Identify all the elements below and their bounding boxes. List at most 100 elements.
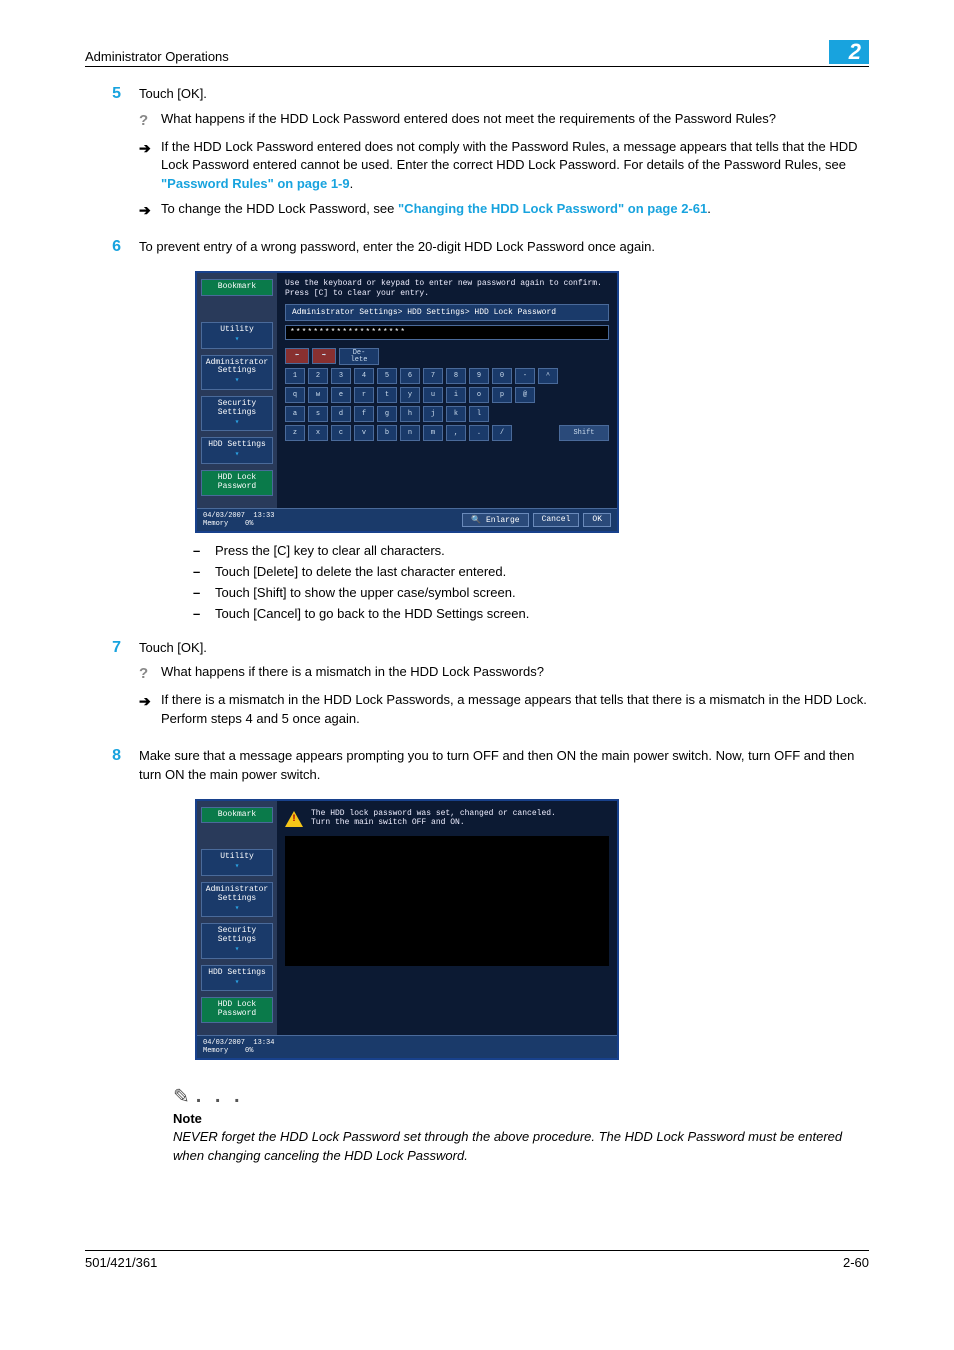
key-e[interactable]: e (331, 387, 351, 403)
link-password-rules[interactable]: "Password Rules" on page 1-9 (161, 176, 350, 191)
key-o[interactable]: o (469, 387, 489, 403)
header-title: Administrator Operations (85, 49, 229, 64)
warning-icon (285, 811, 303, 827)
key-j[interactable]: j (423, 406, 443, 422)
key-i[interactable]: i (446, 387, 466, 403)
key-9[interactable]: 9 (469, 368, 489, 384)
bullet-text: Touch [Delete] to delete the last charac… (215, 564, 869, 579)
step-text: Touch [OK]. (139, 639, 869, 658)
key-period[interactable]: . (469, 425, 489, 441)
key-x[interactable]: x (308, 425, 328, 441)
key-at[interactable]: @ (515, 387, 535, 403)
link-changing-hdd-lock[interactable]: "Changing the HDD Lock Password" on page… (398, 201, 707, 216)
arrow-right-key[interactable]: ➡ (312, 348, 336, 364)
security-settings-button[interactable]: Security Settings▾ (201, 396, 273, 431)
question-icon: ? (139, 110, 161, 132)
screenshot-message: Bookmark Utility▾ Administrator Settings… (195, 799, 619, 1060)
security-settings-button[interactable]: Security Settings▾ (201, 923, 273, 958)
answer-text: To change the HDD Lock Password, see "Ch… (161, 200, 869, 220)
blank-area (285, 836, 609, 966)
key-slash[interactable]: / (492, 425, 512, 441)
step-number: 6 (85, 238, 139, 257)
answer-text: If there is a mismatch in the HDD Lock P… (161, 691, 869, 729)
key-n[interactable]: n (400, 425, 420, 441)
utility-button[interactable]: Utility▾ (201, 322, 273, 349)
step-text: Touch [OK]. (139, 85, 869, 104)
key-q[interactable]: q (285, 387, 305, 403)
chapter-number: 2 (829, 40, 869, 64)
note-block: ✎ . . . Note NEVER forget the HDD Lock P… (173, 1084, 869, 1166)
key-d[interactable]: d (331, 406, 351, 422)
arrow-left-key[interactable]: ⬅ (285, 348, 309, 364)
hdd-settings-button[interactable]: HDD Settings▾ (201, 437, 273, 464)
bullet-text: Touch [Shift] to show the upper case/sym… (215, 585, 869, 600)
key-h[interactable]: h (400, 406, 420, 422)
key-8[interactable]: 8 (446, 368, 466, 384)
key-dash[interactable]: - (515, 368, 535, 384)
key-comma[interactable]: , (446, 425, 466, 441)
key-m[interactable]: m (423, 425, 443, 441)
footer-right: 2-60 (843, 1255, 869, 1270)
delete-key[interactable]: De- lete (339, 348, 379, 365)
shift-key[interactable]: Shift (559, 425, 609, 441)
arrow-icon: ➔ (139, 138, 161, 195)
key-7[interactable]: 7 (423, 368, 443, 384)
key-k[interactable]: k (446, 406, 466, 422)
answer-text: If the HDD Lock Password entered does no… (161, 138, 869, 195)
key-b[interactable]: b (377, 425, 397, 441)
hdd-settings-button[interactable]: HDD Settings▾ (201, 965, 273, 992)
note-icon: ✎ (173, 1084, 190, 1109)
bullet-text: Press the [C] key to clear all character… (215, 543, 869, 558)
cancel-button[interactable]: Cancel (533, 513, 580, 527)
key-r[interactable]: r (354, 387, 374, 403)
key-g[interactable]: g (377, 406, 397, 422)
key-c[interactable]: c (331, 425, 351, 441)
bookmark-button[interactable]: Bookmark (201, 807, 273, 824)
dash-icon: – (193, 564, 215, 579)
dash-icon: – (193, 543, 215, 558)
key-y[interactable]: y (400, 387, 420, 403)
key-u[interactable]: u (423, 387, 443, 403)
note-text: NEVER forget the HDD Lock Password set t… (173, 1128, 869, 1166)
key-s[interactable]: s (308, 406, 328, 422)
key-l[interactable]: l (469, 406, 489, 422)
footer-left: 501/421/361 (85, 1255, 157, 1270)
key-p[interactable]: p (492, 387, 512, 403)
key-3[interactable]: 3 (331, 368, 351, 384)
ok-button[interactable]: OK (583, 513, 611, 527)
bookmark-button[interactable]: Bookmark (201, 279, 273, 296)
key-1[interactable]: 1 (285, 368, 305, 384)
arrow-icon: ➔ (139, 691, 161, 729)
step-number: 8 (85, 747, 139, 785)
key-v[interactable]: v (354, 425, 374, 441)
key-0[interactable]: 0 (492, 368, 512, 384)
breadcrumb-path: Administrator Settings> HDD Settings> HD… (285, 304, 609, 321)
key-w[interactable]: w (308, 387, 328, 403)
key-caret[interactable]: ^ (538, 368, 558, 384)
note-heading: Note (173, 1111, 869, 1126)
key-6[interactable]: 6 (400, 368, 420, 384)
admin-settings-button[interactable]: Administrator Settings▾ (201, 355, 273, 390)
screenshot-keyboard: Bookmark Utility▾ Administrator Settings… (195, 271, 619, 532)
bullet-text: Touch [Cancel] to go back to the HDD Set… (215, 606, 869, 621)
key-f[interactable]: f (354, 406, 374, 422)
key-t[interactable]: t (377, 387, 397, 403)
message-text: The HDD lock password was set, changed o… (311, 809, 556, 828)
key-z[interactable]: z (285, 425, 305, 441)
admin-settings-button[interactable]: Administrator Settings▾ (201, 882, 273, 917)
key-5[interactable]: 5 (377, 368, 397, 384)
dash-icon: – (193, 585, 215, 600)
key-a[interactable]: a (285, 406, 305, 422)
utility-button[interactable]: Utility▾ (201, 849, 273, 876)
enlarge-button[interactable]: 🔍 Enlarge (462, 513, 528, 527)
step-text: To prevent entry of a wrong password, en… (139, 238, 869, 257)
page-footer: 501/421/361 2-60 (85, 1250, 869, 1270)
key-2[interactable]: 2 (308, 368, 328, 384)
password-input[interactable]: ******************** (285, 325, 609, 340)
hdd-lock-password-button[interactable]: HDD Lock Password (201, 997, 273, 1023)
step-text: Make sure that a message appears prompti… (139, 747, 869, 785)
footer-datetime: 04/03/2007 13:33 Memory 0% (203, 512, 274, 528)
key-4[interactable]: 4 (354, 368, 374, 384)
hdd-lock-password-button[interactable]: HDD Lock Password (201, 470, 273, 496)
instruction-text: Use the keyboard or keypad to enter new … (285, 279, 609, 298)
